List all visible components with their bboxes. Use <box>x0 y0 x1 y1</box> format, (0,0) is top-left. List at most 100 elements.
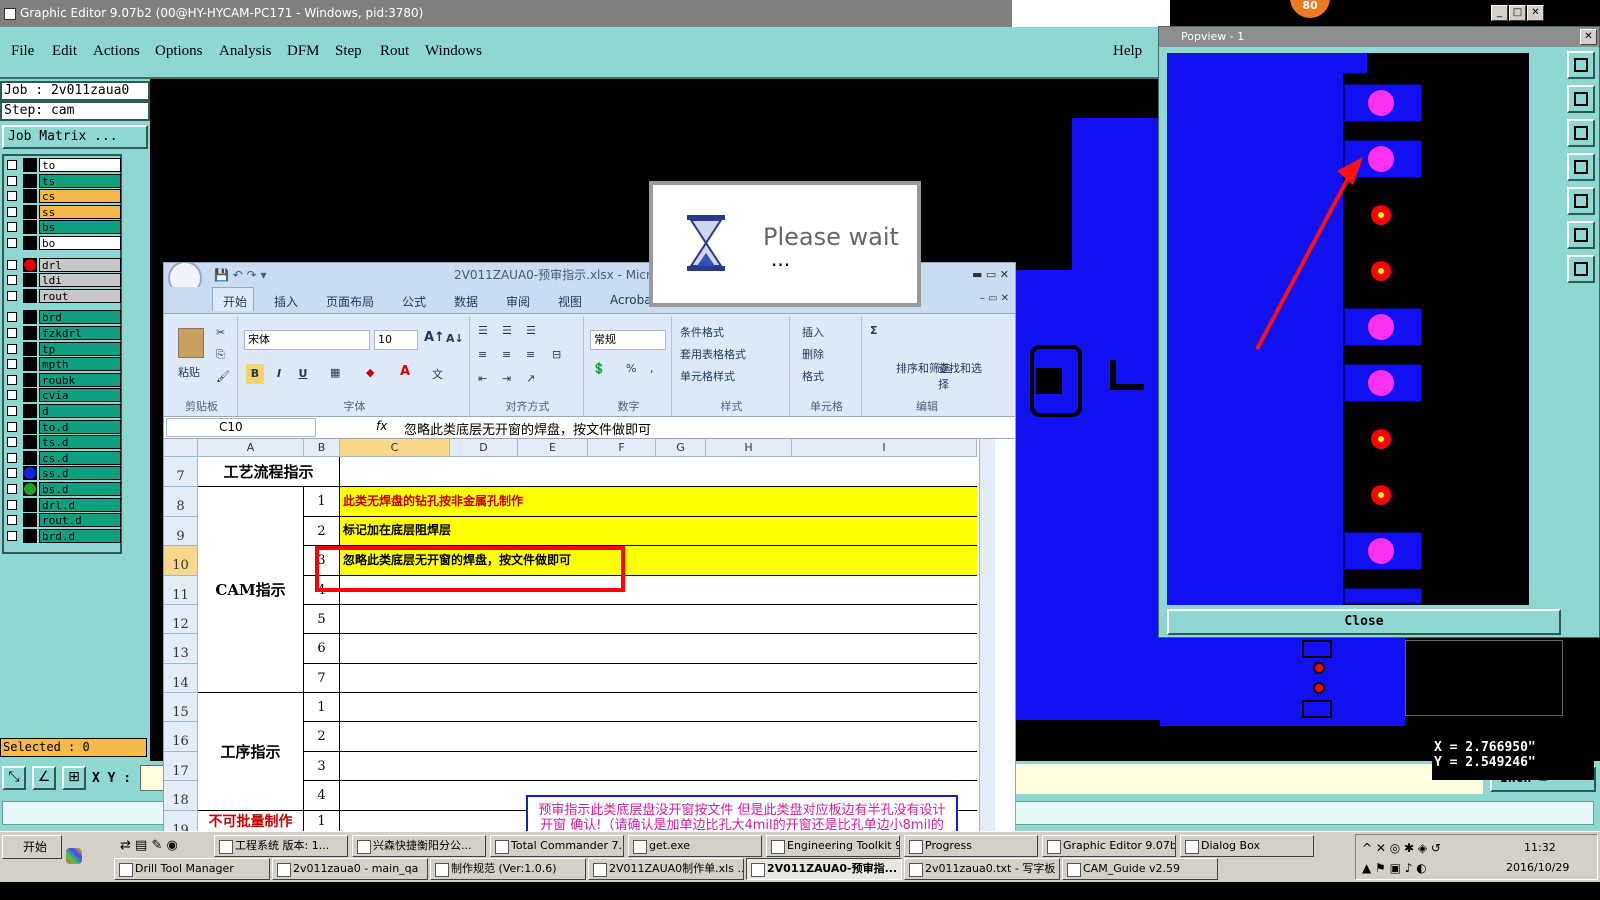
pop-down-button[interactable] <box>1567 119 1595 147</box>
step-number-cell[interactable]: 3 <box>304 752 340 781</box>
find-select-button[interactable]: 查找和选择 <box>938 360 990 392</box>
layer-row[interactable]: d <box>4 404 121 418</box>
formula-input[interactable]: 忽略此类底层无开窗的焊盘，按文件做即可 <box>404 419 651 438</box>
layer-checkbox[interactable] <box>7 206 17 217</box>
layer-name[interactable]: ss.d <box>39 466 121 481</box>
layer-name[interactable]: brd <box>39 310 121 325</box>
layer-name[interactable]: rout <box>39 288 121 303</box>
tab-acrobat[interactable]: Acroba <box>610 293 652 307</box>
instruction-row[interactable]: 此类无焊盘的钻孔按非金属孔制作 <box>340 487 977 517</box>
clock-date[interactable]: 2016/10/29 <box>1506 861 1569 874</box>
column-header-c[interactable]: C <box>340 439 450 457</box>
layer-row[interactable]: tp <box>4 341 121 356</box>
menu-windows[interactable]: Windows <box>425 43 482 60</box>
row-header[interactable]: 13 <box>164 634 198 664</box>
tab-review[interactable]: 审阅 <box>506 293 530 310</box>
column-header-b[interactable]: B <box>304 439 340 457</box>
indent-icon[interactable]: ⇤ <box>478 372 487 385</box>
layer-checkbox[interactable] <box>7 406 17 416</box>
column-header-e[interactable]: E <box>518 439 588 457</box>
layer-name[interactable]: fzkdrl <box>39 326 121 340</box>
layer-row[interactable]: brd <box>4 310 121 325</box>
quick-access-toolbar[interactable]: 💾 ↶ ↷ ▾ <box>214 263 267 287</box>
column-header-g[interactable]: G <box>656 439 706 457</box>
layer-name[interactable]: cs.d <box>39 450 121 465</box>
layer-row[interactable]: brd.d <box>4 528 121 543</box>
layer-name[interactable]: brd.d <box>39 528 121 543</box>
process-label-cell[interactable]: 工序指示 <box>198 693 304 811</box>
align-top-icon[interactable]: ☰ <box>478 324 488 337</box>
menu-dfm[interactable]: DFM <box>287 43 320 60</box>
layer-name[interactable]: drl.d <box>39 497 121 512</box>
taskbar-item[interactable]: get.exe <box>628 835 762 857</box>
column-header-f[interactable]: F <box>588 439 656 457</box>
layer-checkbox[interactable] <box>7 468 17 479</box>
row-header[interactable]: 11 <box>164 576 198 605</box>
tab-insert[interactable]: 插入 <box>274 293 298 310</box>
menu-analysis[interactable]: Analysis <box>219 43 272 60</box>
comma-icon[interactable]: , <box>650 362 654 375</box>
layer-checkbox[interactable] <box>7 175 17 186</box>
align-center-icon[interactable]: ≡ <box>502 348 511 361</box>
layer-name[interactable]: tp <box>39 341 121 356</box>
percent-icon[interactable]: % <box>626 362 636 375</box>
table-row[interactable] <box>340 752 977 781</box>
taskbar-item[interactable]: Total Commander 7.... <box>490 835 624 857</box>
taskbar-item[interactable]: CAM_Guide v2.59 <box>1062 858 1218 880</box>
popview-close-icon[interactable]: ✕ <box>1580 29 1597 45</box>
tab-page-layout[interactable]: 页面布局 <box>326 293 374 310</box>
instruction-row[interactable]: 标记加在底层阻焊层 <box>340 517 977 546</box>
row-header[interactable]: 7 <box>164 457 198 487</box>
layer-row[interactable]: ts <box>4 173 121 188</box>
quick-launch-icons[interactable]: ⇄ ▤ ✎ ◉ <box>120 838 178 853</box>
step-number-cell[interactable]: 2 <box>304 722 340 752</box>
step-number-cell[interactable]: 6 <box>304 634 340 664</box>
fx-icon[interactable]: fx <box>376 419 387 433</box>
row-header[interactable]: 14 <box>164 664 198 693</box>
delete-cells-button[interactable]: 删除 <box>802 346 824 362</box>
shrink-font-icon[interactable]: A↓ <box>446 332 464 345</box>
maximize-button[interactable]: □ <box>1509 5 1526 21</box>
menu-step[interactable]: Step <box>335 43 362 60</box>
pop-fit-button[interactable] <box>1567 51 1595 79</box>
tab-formulas[interactable]: 公式 <box>402 293 426 310</box>
table-row[interactable] <box>340 634 977 664</box>
layer-row[interactable]: cs <box>4 189 121 204</box>
layer-name[interactable]: to.d <box>39 419 121 434</box>
align-right-icon[interactable]: ≡ <box>526 348 535 361</box>
taskbar-item[interactable]: 兴森快捷衡阳分公... <box>352 835 486 857</box>
command-line-input[interactable] <box>998 764 1483 794</box>
layer-row[interactable]: ts.d <box>4 435 121 450</box>
table-row[interactable] <box>340 693 977 722</box>
row-header[interactable]: 10 <box>164 546 198 576</box>
layer-checkbox[interactable] <box>7 484 17 494</box>
taskbar-item[interactable]: Graphic Editor 9.07b... <box>1042 835 1176 857</box>
layer-row[interactable]: to <box>4 158 121 172</box>
zoom-tool-button[interactable]: ⤡ <box>2 766 26 790</box>
pop-up-button[interactable] <box>1567 85 1595 113</box>
pop-left-button[interactable] <box>1567 153 1595 181</box>
row-header[interactable]: 18 <box>164 781 198 811</box>
layer-name[interactable]: drl <box>39 257 121 272</box>
tab-view[interactable]: 视图 <box>558 293 582 310</box>
align-bottom-icon[interactable]: ☰ <box>526 324 536 337</box>
layer-name[interactable]: cs <box>39 189 121 204</box>
orientation-icon[interactable]: ↗ <box>526 372 535 385</box>
layer-name[interactable]: bs <box>39 220 121 235</box>
layer-row[interactable]: cs.d <box>4 450 121 465</box>
format-cells-button[interactable]: 格式 <box>802 368 824 384</box>
layer-checkbox[interactable] <box>7 437 17 448</box>
layer-checkbox[interactable] <box>7 160 17 170</box>
layer-name[interactable]: rout.d <box>39 513 121 528</box>
tray-icons[interactable]: ^ ✕ ◎ ✱ ◈ ↺ <box>1362 841 1441 855</box>
autosum-icon[interactable]: Σ <box>870 324 878 337</box>
popview-canvas[interactable] <box>1167 53 1529 605</box>
layer-name[interactable]: ss <box>39 204 121 219</box>
taskbar-item[interactable]: 2v011zaua0.txt - 写字板 <box>904 858 1060 880</box>
layer-checkbox[interactable] <box>7 390 17 401</box>
layer-checkbox[interactable] <box>7 328 17 338</box>
layer-checkbox[interactable] <box>7 238 17 248</box>
layer-name[interactable]: roubk <box>39 372 121 387</box>
font-color-icon[interactable]: A <box>400 364 410 379</box>
tab-data[interactable]: 数据 <box>454 293 478 310</box>
